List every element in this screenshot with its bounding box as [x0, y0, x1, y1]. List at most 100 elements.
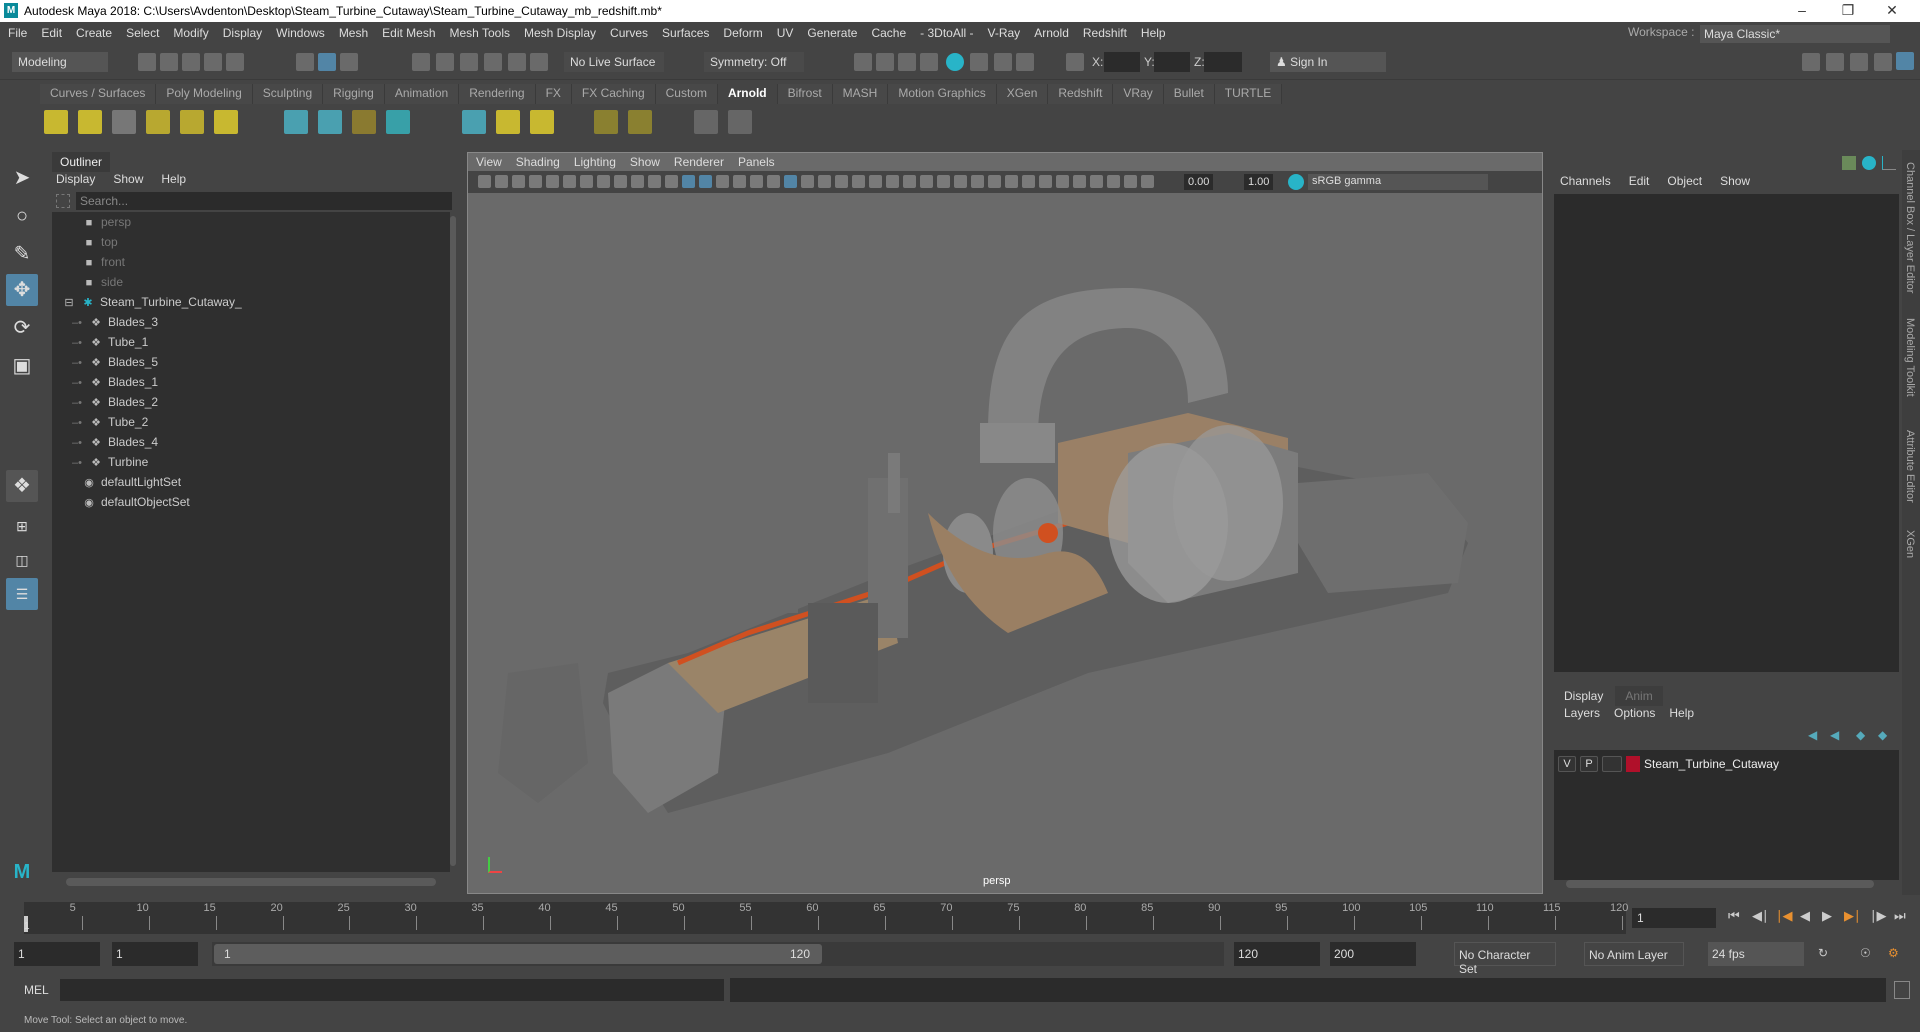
viewport-tool-icon[interactable]	[614, 175, 627, 188]
y-field[interactable]	[1154, 52, 1190, 72]
viewport-tool-icon[interactable]	[648, 175, 661, 188]
range-slider-handle[interactable]: 1 120	[214, 944, 822, 964]
snap-point-icon[interactable]	[460, 53, 478, 71]
current-frame-field[interactable]: 1	[1632, 908, 1716, 928]
graph-icon[interactable]	[1882, 156, 1896, 170]
viewport-menu-show[interactable]: Show	[630, 155, 660, 169]
shelf-tab-bullet[interactable]: Bullet	[1163, 84, 1215, 104]
outliner-menu-display[interactable]: Display	[56, 172, 95, 186]
menu-windows[interactable]: Windows	[276, 26, 325, 40]
move-layer-up-icon[interactable]: ◀	[1808, 728, 1817, 742]
mode-select[interactable]: Modeling	[12, 52, 108, 72]
outliner-item-mesh[interactable]: –• ❖ Blades_4	[70, 432, 158, 452]
two-view-layout-icon[interactable]: ◫	[6, 544, 38, 576]
snap-surface-icon[interactable]	[508, 53, 526, 71]
outliner-horizontal-scrollbar[interactable]	[66, 878, 436, 886]
outliner-item-set[interactable]: ◉ defaultLightSet	[82, 472, 181, 492]
shelf-tab-arnold[interactable]: Arnold	[717, 84, 778, 104]
outliner-vertical-scrollbar[interactable]	[450, 216, 456, 866]
menu-v-ray[interactable]: V-Ray	[988, 26, 1021, 40]
animation-preferences-icon[interactable]: ⚙	[1888, 946, 1899, 960]
menu-help[interactable]: Help	[1141, 26, 1166, 40]
export-standin-icon[interactable]	[318, 110, 342, 134]
shelf-tab-animation[interactable]: Animation	[384, 84, 460, 104]
go-to-end-icon[interactable]: ⏭	[1894, 908, 1906, 924]
viewport-tool-icon[interactable]	[920, 175, 933, 188]
hypershade-icon[interactable]	[946, 53, 964, 71]
z-field[interactable]	[1204, 52, 1242, 72]
viewport-tool-icon[interactable]	[1124, 175, 1137, 188]
color-management-icon[interactable]	[1288, 174, 1304, 190]
mel-label[interactable]: MEL	[24, 983, 49, 997]
paint-select-tool-icon[interactable]: ✎	[6, 238, 38, 270]
fps-select[interactable]: 24 fps	[1708, 942, 1804, 966]
side-tab-attribute-editor[interactable]: Attribute Editor	[1904, 430, 1916, 503]
collapse-icon[interactable]: ⊟	[62, 293, 76, 313]
step-forward-icon[interactable]: ∣▶	[1870, 908, 1887, 924]
shelf-tab-curves-surfaces[interactable]: Curves / Surfaces	[40, 84, 157, 104]
menu-deform[interactable]: Deform	[723, 26, 762, 40]
viewport-tool-icon[interactable]	[1056, 175, 1069, 188]
range-slider[interactable]: 1 120	[212, 942, 1224, 966]
playback-end-field[interactable]: 120	[1234, 942, 1320, 966]
outliner-item-mesh[interactable]: –• ❖ Blades_5	[70, 352, 158, 372]
snap-vertex-icon[interactable]	[530, 53, 548, 71]
shelf-tab-fx[interactable]: FX	[535, 84, 572, 104]
layer-menu-help[interactable]: Help	[1669, 706, 1694, 720]
auto-key-icon[interactable]: ☉	[1860, 946, 1871, 960]
tx-manager-icon[interactable]	[462, 110, 486, 134]
shelf-tab-sculpting[interactable]: Sculpting	[252, 84, 324, 104]
snap-view-icon[interactable]	[484, 53, 502, 71]
layer-menu-layers[interactable]: Layers	[1564, 706, 1600, 720]
viewport-tool-icon[interactable]	[903, 175, 916, 188]
play-backwards-icon[interactable]: ◀	[1800, 908, 1810, 924]
viewport-menu-view[interactable]: View	[476, 155, 502, 169]
channel-box-menu-object[interactable]: Object	[1667, 174, 1702, 188]
viewport-tool-icon[interactable]	[1073, 175, 1086, 188]
outliner-menu-show[interactable]: Show	[113, 172, 143, 186]
workspace-select[interactable]: Maya Classic*	[1700, 25, 1890, 43]
viewport-tool-icon[interactable]	[784, 175, 797, 188]
single-view-layout-icon[interactable]: ❖	[6, 470, 38, 502]
outliner-item-mesh[interactable]: –• ❖ Blades_2	[70, 392, 158, 412]
mesh-light-icon[interactable]	[112, 110, 136, 134]
snap-curve-icon[interactable]	[436, 53, 454, 71]
gamma-field[interactable]: 1.00	[1244, 174, 1274, 190]
viewport-tool-icon[interactable]	[750, 175, 763, 188]
tab-display[interactable]: Display	[1554, 686, 1614, 706]
viewport-tool-icon[interactable]	[580, 175, 593, 188]
viewport-tool-icon[interactable]	[699, 175, 712, 188]
maximize-button[interactable]: ❐	[1828, 2, 1868, 19]
new-scene-icon[interactable]	[138, 53, 156, 71]
tab-anim[interactable]: Anim	[1615, 686, 1663, 706]
attribute-editor-icon[interactable]	[1850, 53, 1868, 71]
side-tab-modeling-toolkit[interactable]: Modeling Toolkit	[1904, 318, 1916, 397]
menu-mesh-display[interactable]: Mesh Display	[524, 26, 596, 40]
viewport-tool-icon[interactable]	[716, 175, 729, 188]
shelf-tab-xgen[interactable]: XGen	[996, 84, 1049, 104]
viewport-tool-icon[interactable]	[597, 175, 610, 188]
light-portal-icon[interactable]	[180, 110, 204, 134]
viewport-tool-icon[interactable]	[512, 175, 525, 188]
viewport-tool-icon[interactable]	[563, 175, 576, 188]
shelf-tab-bifrost[interactable]: Bifrost	[777, 84, 833, 104]
shelf-tab-rendering[interactable]: Rendering	[459, 84, 536, 104]
viewport-tool-icon[interactable]	[682, 175, 695, 188]
light-editor-icon[interactable]	[994, 53, 1012, 71]
render-play-icon[interactable]	[728, 110, 752, 134]
scale-tool-icon[interactable]: ▣	[6, 350, 38, 382]
viewport-tool-icon[interactable]	[495, 175, 508, 188]
viewport-tool-icon[interactable]	[631, 175, 644, 188]
select-hierarchy-icon[interactable]	[296, 53, 314, 71]
new-layer-selected-icon[interactable]: ◆	[1878, 728, 1887, 742]
viewport-tool-icon[interactable]	[886, 175, 899, 188]
new-layer-icon[interactable]: ◆	[1856, 728, 1865, 742]
outliner-item-group[interactable]: ⊟ ✱ Steam_Turbine_Cutaway_	[62, 292, 241, 313]
viewport-tool-icon[interactable]	[529, 175, 542, 188]
viewport-tool-icon[interactable]	[1039, 175, 1052, 188]
viewport-tool-icon[interactable]	[665, 175, 678, 188]
four-view-layout-icon[interactable]: ⊞	[6, 510, 38, 542]
human-ik-icon[interactable]	[1826, 53, 1844, 71]
layer-horizontal-scrollbar[interactable]	[1566, 880, 1874, 888]
layer-menu-options[interactable]: Options	[1614, 706, 1655, 720]
